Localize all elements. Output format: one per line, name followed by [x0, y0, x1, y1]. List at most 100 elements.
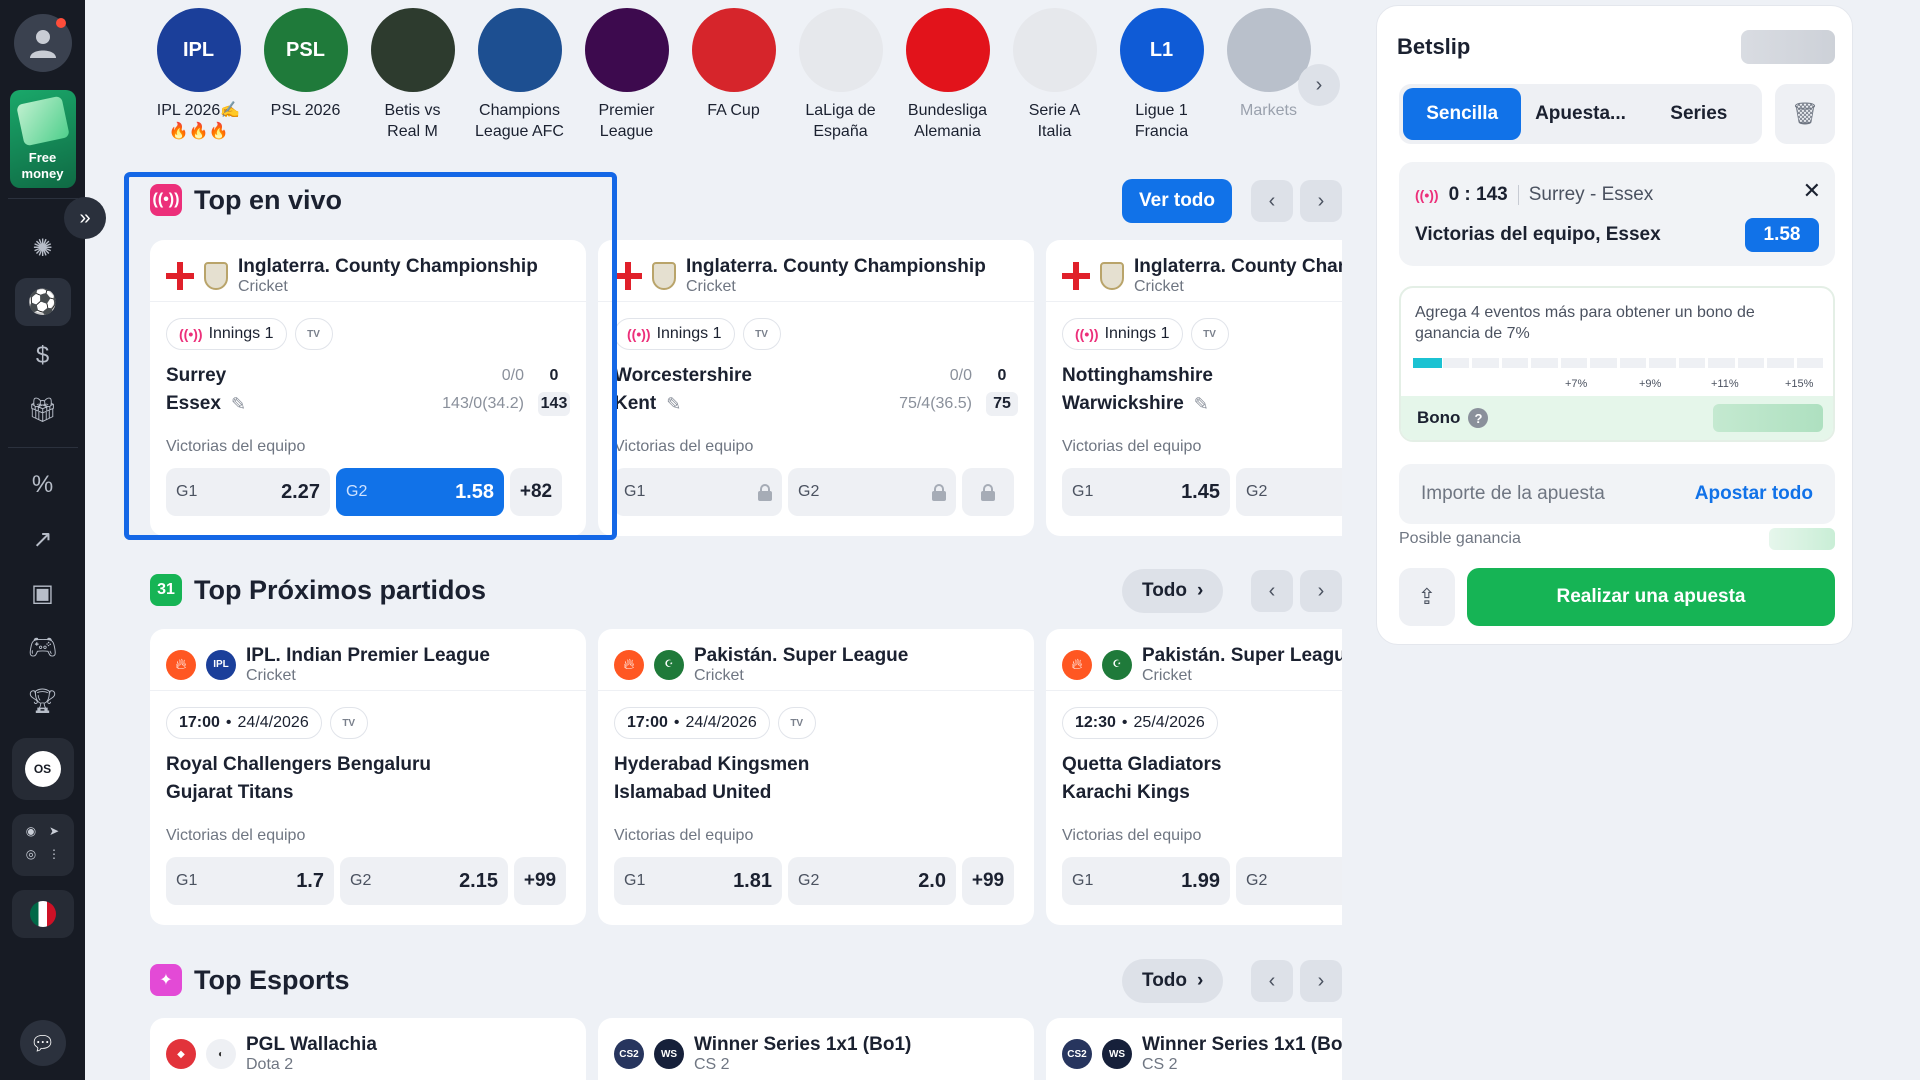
league-item[interactable]: Betis vs Real M — [359, 8, 466, 150]
trophy-icon[interactable]: 🏆︎ — [15, 677, 71, 725]
live-match-card[interactable]: Inglaterra. County ChampionshipCricket (… — [1046, 240, 1342, 536]
tab-series[interactable]: Series — [1640, 88, 1758, 140]
mexico-flag-icon — [29, 901, 56, 927]
league-item[interactable]: IPL IPL 2026✍️ 🔥🔥🔥 — [145, 8, 252, 150]
see-all-button[interactable]: Ver todo — [1122, 179, 1233, 223]
instagram-icon[interactable]: ◎ — [22, 847, 41, 866]
tv-icon[interactable]: TV — [742, 318, 781, 350]
odd-button-g1[interactable]: G1 2.27 — [166, 468, 330, 516]
card-header: ◆ ◐ PGL Wallachia Dota 2 — [150, 1018, 586, 1080]
upcoming-prev-button[interactable]: ‹ — [1251, 570, 1293, 612]
odd-label: G2 — [350, 872, 372, 889]
start-time-tag: 17:00 • 24/4/2026 — [614, 707, 770, 739]
dollar-coin-icon[interactable]: $ — [15, 332, 71, 380]
league-title: Winner Series 1x1 (Bo1) — [1142, 1034, 1342, 1055]
esports-next-button[interactable]: › — [1300, 960, 1342, 1002]
esports-section-header: ✦ Top Esports — [150, 964, 350, 996]
upcoming-next-button[interactable]: › — [1300, 570, 1342, 612]
left-rail: Free money » ✺ ⚽ $ 🎁︎ % ↗ ▣ 🎮︎ 🏆︎ OS ◉ ➤… — [0, 0, 106, 1080]
more-markets-button[interactable]: +99 — [514, 857, 566, 905]
more-markets-button[interactable]: +82 — [510, 468, 562, 516]
percent-badge-icon[interactable]: % — [15, 461, 71, 509]
card-header: CS2 WS Winner Series 1x1 (Bo1) CS 2 — [1046, 1018, 1342, 1080]
league-item[interactable]: FA Cup — [680, 8, 787, 150]
odd-button-g1[interactable]: G1 1.45 — [1062, 468, 1230, 516]
esports-match-card[interactable]: CS2 WS Winner Series 1x1 (Bo1) CS 2 — [598, 1018, 1034, 1080]
casino-chip-icon[interactable]: ✺ — [15, 224, 71, 272]
odd-button-g2[interactable]: G2 1.58 — [336, 468, 504, 516]
league-logo — [691, 8, 776, 92]
upcoming-match-card[interactable]: 🔥︎ ☪ Pakistán. Super League Cricket 12:30… — [1046, 629, 1342, 925]
league-title: Inglaterra. County Championship — [238, 255, 538, 277]
league-item[interactable]: Bundesliga Alemania — [894, 8, 1001, 150]
more-icon[interactable]: ⋮ — [45, 847, 64, 866]
league-item[interactable]: LaLiga de España — [787, 8, 894, 150]
live-match-card[interactable]: Inglaterra. County ChampionshipCricket (… — [150, 240, 586, 536]
remove-bet-close-icon[interactable]: ✕ — [1803, 178, 1821, 204]
help-icon[interactable]: ? — [1468, 408, 1489, 428]
telegram-icon[interactable]: ➤ — [45, 824, 64, 843]
odd-value: 2.0 — [918, 869, 946, 892]
upcoming-match-card[interactable]: 🔥︎ IPL IPL. Indian Premier League Cricket… — [150, 629, 586, 925]
trend-icon[interactable]: ↗ — [15, 515, 71, 563]
more-markets-button[interactable]: +99 — [962, 857, 1014, 905]
live-match-card[interactable]: Inglaterra. County ChampionshipCricket (… — [598, 240, 1034, 536]
expand-sidebar-button[interactable]: » — [64, 197, 106, 239]
divider — [1517, 185, 1519, 205]
league-item[interactable]: Premier League — [573, 8, 680, 150]
support-chat-button[interactable]: 💬︎ — [19, 1020, 66, 1066]
sports-ball-icon[interactable]: ⚽ — [14, 278, 71, 326]
macos-app-button[interactable]: OS — [11, 738, 74, 800]
free-money-promo[interactable]: Free money — [9, 90, 76, 188]
odd-button-g2[interactable]: G2 — [1236, 857, 1342, 905]
tab-single[interactable]: Sencilla — [1403, 88, 1522, 140]
cards-icon[interactable]: ▣ — [15, 569, 71, 617]
tv-icon[interactable]: TV — [329, 707, 368, 739]
odd-label: G1 — [1072, 483, 1094, 500]
league-item[interactable]: PSL PSL 2026 — [252, 8, 359, 150]
language-selector[interactable] — [11, 890, 74, 938]
league-item[interactable]: Champions League AFC — [466, 8, 573, 150]
odd-button-g2[interactable]: G2 2.0 — [788, 857, 956, 905]
odd-button-g2[interactable]: G2 2.15 — [340, 857, 508, 905]
tab-accumulator[interactable]: Apuesta... — [1521, 88, 1639, 140]
esports-prev-button[interactable]: ‹ — [1251, 960, 1293, 1002]
balance-toggle[interactable] — [1741, 30, 1835, 64]
odd-button-g1[interactable]: G1 1.7 — [166, 857, 334, 905]
possible-gain-label: Posible ganancia — [1399, 530, 1521, 547]
league-next-button[interactable]: › — [1298, 64, 1340, 106]
bonus-label: Bono — [1417, 408, 1461, 427]
bonus-progress-card: Agrega 4 eventos más para obtener un bon… — [1399, 286, 1835, 442]
whatsapp-icon[interactable]: ◉ — [22, 824, 41, 843]
profile-avatar[interactable] — [13, 14, 72, 72]
gift-icon[interactable]: 🎁︎ — [15, 386, 71, 434]
batting-pencil-icon: ✎ — [1193, 393, 1209, 414]
live-next-button[interactable]: › — [1300, 180, 1342, 222]
chevron-right-icon: › — [1197, 580, 1204, 601]
share-bet-button[interactable]: ⇪ — [1399, 568, 1455, 626]
betslip-title: Betslip — [1397, 34, 1471, 59]
place-bet-button[interactable]: Realizar una apuesta — [1467, 568, 1835, 626]
esports-match-card[interactable]: ◆ ◐ PGL Wallachia Dota 2 — [150, 1018, 586, 1080]
esports-all-button[interactable]: Todo › — [1122, 959, 1224, 1003]
esports-match-card[interactable]: CS2 WS Winner Series 1x1 (Bo1) CS 2 — [1046, 1018, 1342, 1080]
bet-all-button[interactable]: Apostar todo — [1695, 483, 1813, 505]
league-logo — [477, 8, 562, 92]
league-item[interactable]: L1 Ligue 1 Francia — [1108, 8, 1215, 150]
upcoming-section-header: 31 Top Próximos partidos — [150, 574, 486, 606]
clear-betslip-button[interactable]: 🗑︎ — [1775, 84, 1835, 144]
league-item[interactable]: Serie A Italia — [1001, 8, 1108, 150]
odd-button-g1[interactable]: G1 1.99 — [1062, 857, 1230, 905]
tv-icon[interactable]: TV — [294, 318, 333, 350]
tv-icon[interactable]: TV — [1190, 318, 1229, 350]
live-prev-button[interactable]: ‹ — [1251, 180, 1293, 222]
upcoming-match-card[interactable]: 🔥︎ ☪ Pakistán. Super League Cricket 17:00… — [598, 629, 1034, 925]
gamepad-icon[interactable]: 🎮︎ — [15, 623, 71, 671]
odd-value: 1.81 — [733, 869, 772, 892]
league-title: Pakistán. Super League — [694, 644, 909, 666]
odd-button-g2[interactable]: G2 — [1236, 468, 1342, 516]
tv-icon[interactable]: TV — [777, 707, 816, 739]
odd-button-g1[interactable]: G1 1.81 — [614, 857, 782, 905]
stake-input[interactable]: Importe de la apuesta Apostar todo — [1399, 464, 1835, 524]
upcoming-all-button[interactable]: Todo › — [1122, 569, 1224, 613]
